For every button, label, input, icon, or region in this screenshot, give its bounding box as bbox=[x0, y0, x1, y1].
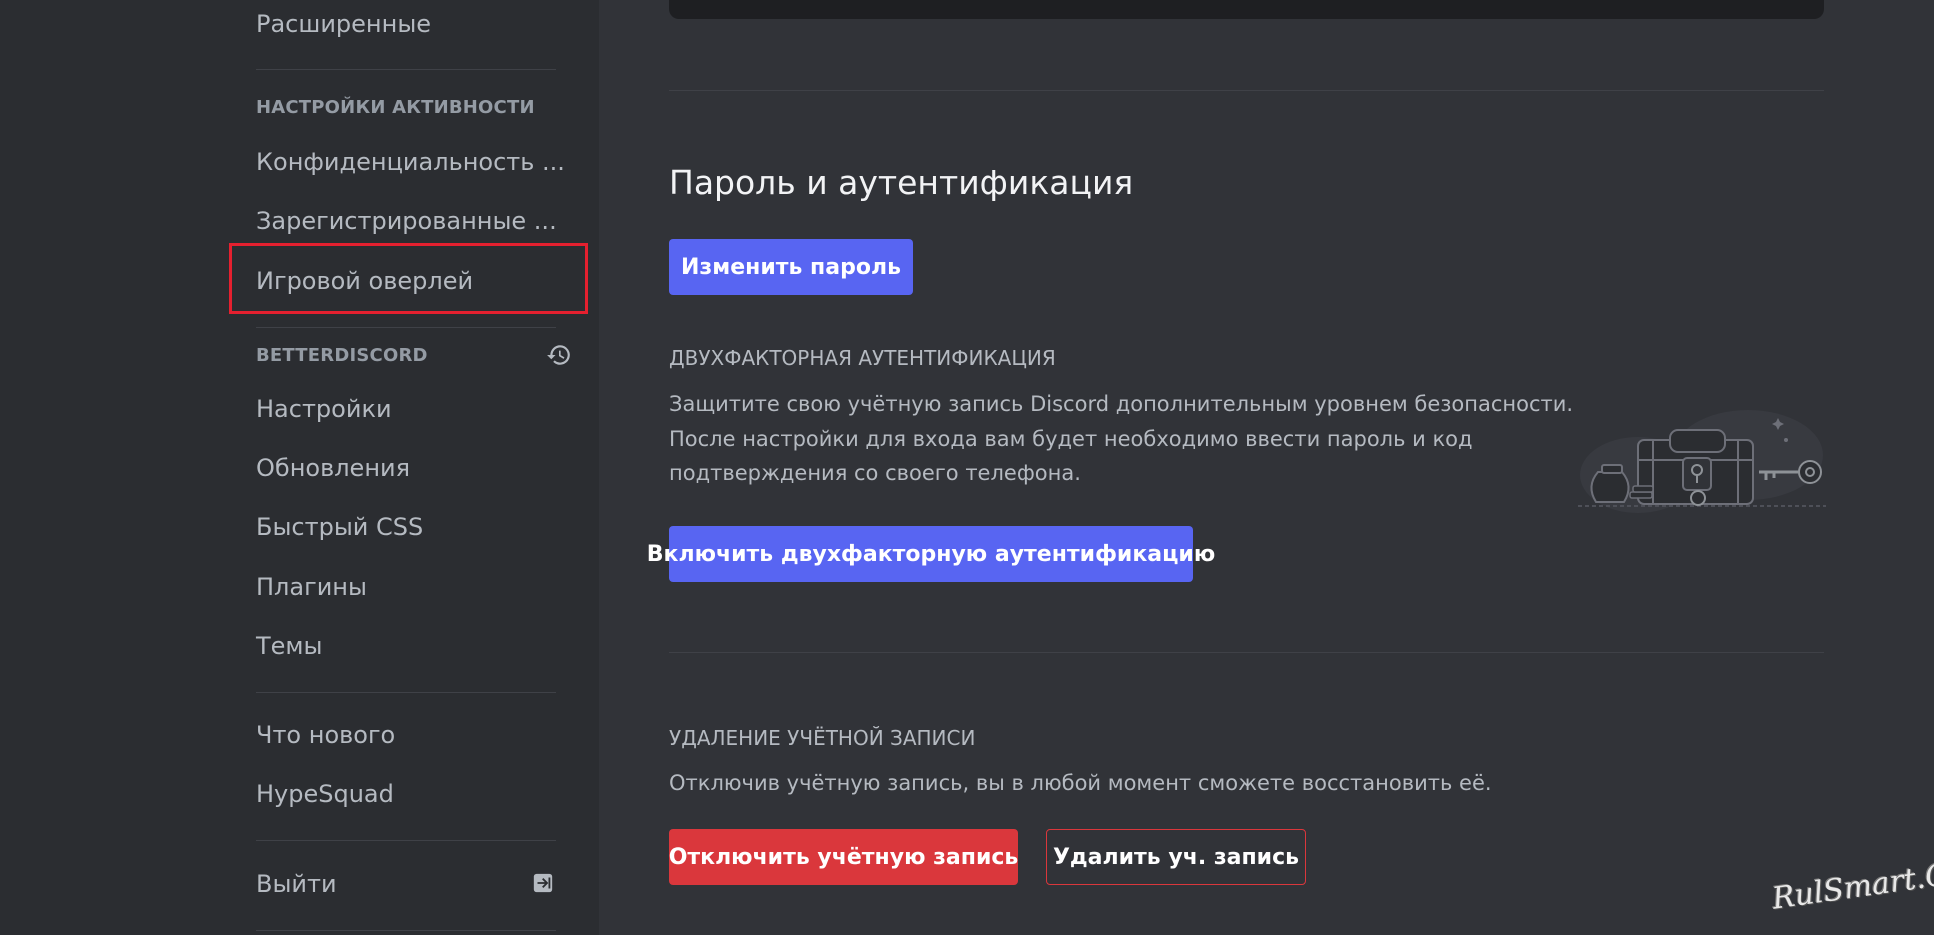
sidebar-divider bbox=[256, 327, 556, 328]
sidebar-item-logout[interactable]: Выйти bbox=[256, 869, 556, 899]
sidebar-item-activity-privacy[interactable]: Конфиденциальность ... bbox=[256, 147, 565, 177]
treasure-chest-illustration bbox=[1578, 410, 1826, 513]
highlight-annotation bbox=[229, 243, 588, 314]
two-factor-description-line: подтверждения со своего телефона. bbox=[669, 461, 1081, 485]
sidebar-item-bd-settings[interactable]: Настройки bbox=[256, 394, 556, 424]
enable-2fa-button[interactable]: Включить двухфакторную аутентификацию bbox=[647, 526, 1215, 582]
delete-account-button[interactable]: Удалить уч. запись bbox=[1046, 829, 1306, 885]
account-removal-header: УДАЛЕНИЕ УЧЁТНОЙ ЗАПИСИ bbox=[669, 726, 976, 750]
password-section-title: Пароль и аутентификация bbox=[669, 163, 1134, 202]
settings-sidebar: Расширенные НАСТРОЙКИ АКТИВНОСТИ Конфиде… bbox=[0, 0, 599, 935]
history-icon[interactable] bbox=[546, 342, 572, 368]
disable-account-button[interactable]: Отключить учётную запись bbox=[669, 829, 1018, 885]
two-factor-description-line: После настройки для входа вам будет необ… bbox=[669, 427, 1473, 451]
sidebar-item-registered-games[interactable]: Зарегистрированные ... bbox=[256, 206, 557, 236]
sidebar-divider bbox=[256, 840, 556, 841]
sidebar-item-bd-updates[interactable]: Обновления bbox=[256, 453, 556, 483]
section-divider bbox=[669, 90, 1824, 91]
two-factor-header: ДВУХФАКТОРНАЯ АУТЕНТИФИКАЦИЯ bbox=[669, 346, 1056, 370]
sidebar-divider bbox=[256, 692, 556, 693]
sidebar-item-bd-themes[interactable]: Темы bbox=[256, 631, 556, 661]
section-divider bbox=[669, 652, 1824, 653]
sidebar-item-whats-new[interactable]: Что нового bbox=[256, 720, 556, 750]
settings-window: Расширенные НАСТРОЙКИ АКТИВНОСТИ Конфиде… bbox=[0, 0, 1934, 935]
sidebar-divider bbox=[256, 930, 556, 931]
sidebar-divider bbox=[256, 69, 556, 70]
sidebar-item-advanced[interactable]: Расширенные bbox=[256, 9, 556, 39]
sidebar-item-bd-plugins[interactable]: Плагины bbox=[256, 572, 556, 602]
sidebar-header-betterdiscord: BETTERDISCORD bbox=[256, 345, 428, 366]
sidebar-item-bd-custom-css[interactable]: Быстрый CSS bbox=[256, 512, 556, 542]
sidebar-item-hypesquad[interactable]: HypeSquad bbox=[256, 779, 556, 809]
logout-icon bbox=[533, 873, 553, 893]
change-password-button[interactable]: Изменить пароль bbox=[669, 239, 913, 295]
sidebar-header-activity: НАСТРОЙКИ АКТИВНОСТИ bbox=[256, 97, 535, 118]
account-removal-description: Отключив учётную запись, вы в любой моме… bbox=[669, 771, 1492, 795]
two-factor-description-line: Защитите свою учётную запись Discord доп… bbox=[669, 392, 1574, 416]
account-card-bottom bbox=[669, 0, 1824, 19]
